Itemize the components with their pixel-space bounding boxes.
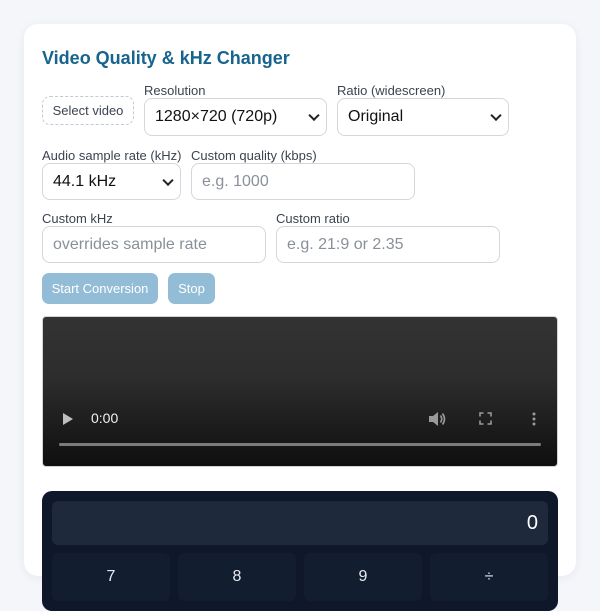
custom-khz-input[interactable]: overrides sample rate [42, 226, 266, 263]
video-player[interactable]: 0:00 [42, 316, 558, 467]
sample-rate-selected-value: 44.1 kHz [53, 172, 117, 190]
ratio-selected-value: Original [348, 108, 404, 125]
custom-quality-label: Custom quality (kbps) [191, 148, 317, 163]
calculator-display: 0 [52, 501, 548, 545]
more-options-icon[interactable] [531, 412, 537, 426]
ratio-select[interactable]: Original [337, 98, 509, 136]
custom-khz-label: Custom kHz [42, 211, 113, 226]
stop-button[interactable]: Stop [168, 273, 215, 304]
calculator: 0 7 8 9 ÷ [42, 491, 558, 611]
calc-key-8[interactable]: 8 [178, 553, 296, 601]
select-video-button[interactable]: Select video [42, 96, 134, 125]
custom-ratio-input[interactable]: e.g. 21:9 or 2.35 [276, 226, 500, 263]
current-time: 0:00 [91, 410, 119, 426]
fullscreen-icon[interactable] [479, 412, 492, 425]
video-progress-track[interactable] [59, 443, 541, 446]
chevron-down-icon [162, 174, 174, 186]
start-conversion-button[interactable]: Start Conversion [42, 273, 158, 304]
page-title: Video Quality & kHz Changer [42, 48, 290, 68]
custom-quality-input[interactable]: e.g. 1000 [191, 163, 415, 200]
chevron-down-icon [308, 109, 320, 122]
calc-key-7[interactable]: 7 [52, 553, 170, 601]
calc-key-divide[interactable]: ÷ [430, 553, 548, 601]
custom-ratio-label: Custom ratio [276, 211, 350, 226]
volume-icon[interactable] [428, 411, 446, 427]
chevron-down-icon [490, 109, 502, 122]
resolution-label: Resolution [144, 83, 206, 98]
sample-rate-select[interactable]: 44.1 kHz [42, 163, 181, 200]
resolution-select[interactable]: 1280×720 (720p) [144, 98, 327, 136]
sample-rate-label: Audio sample rate (kHz) [42, 148, 182, 163]
play-icon[interactable] [63, 413, 73, 425]
resolution-selected-value: 1280×720 (720p) [155, 108, 278, 125]
ratio-label: Ratio (widescreen) [337, 83, 446, 98]
calc-key-9[interactable]: 9 [304, 553, 422, 601]
